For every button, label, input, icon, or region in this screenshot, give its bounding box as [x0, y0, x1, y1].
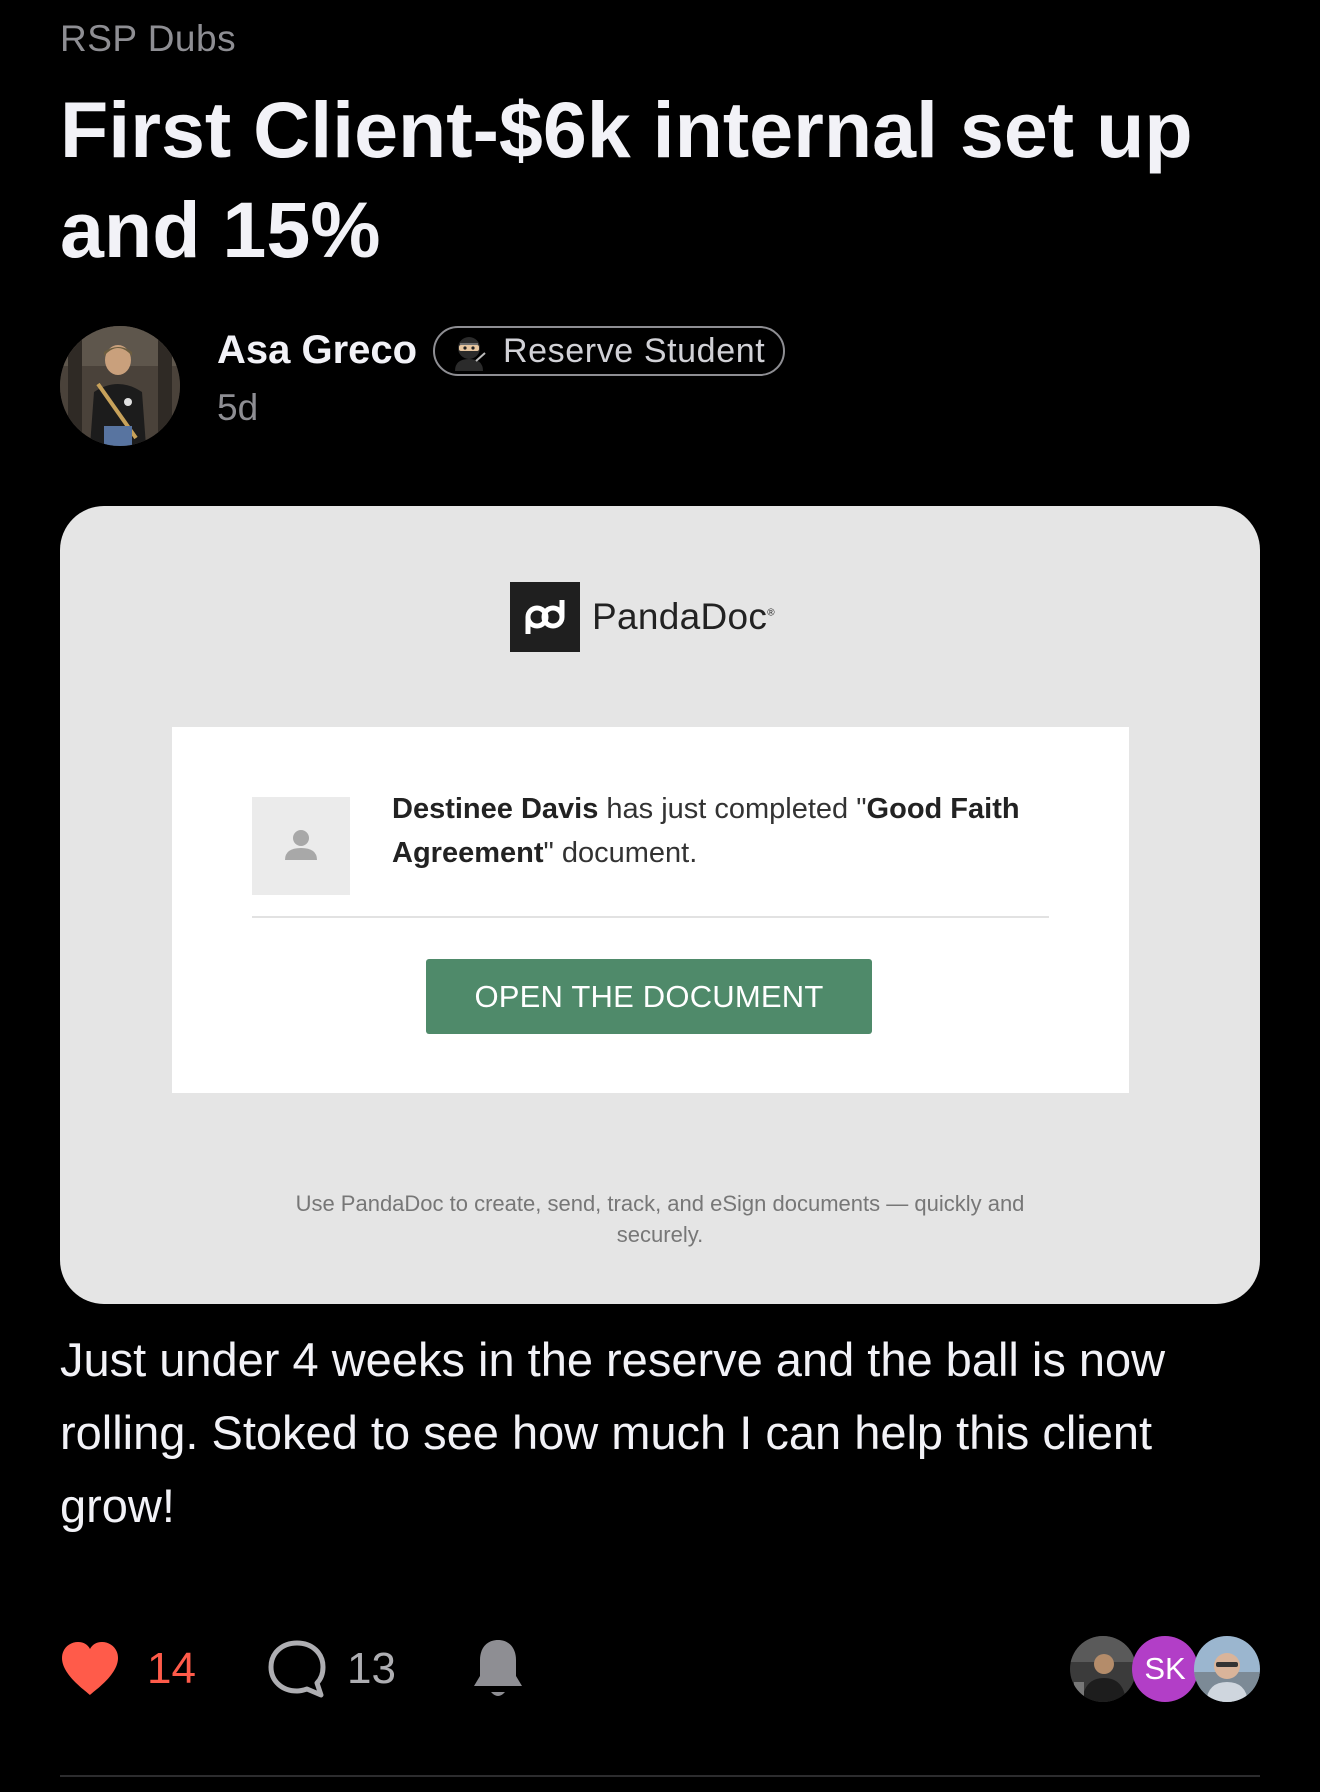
heart-icon[interactable]	[60, 1641, 120, 1697]
role-label: Reserve Student	[503, 331, 766, 370]
open-document-button[interactable]: OPEN THE DOCUMENT	[426, 959, 872, 1034]
pandadoc-logo-icon	[510, 582, 580, 652]
author-photo	[60, 326, 180, 446]
signer-avatar-placeholder	[252, 797, 350, 895]
pandadoc-brand: PandaDoc®	[510, 582, 775, 652]
participant-avatar	[1194, 1636, 1260, 1702]
role-badge: Reserve Student	[433, 326, 786, 376]
pandadoc-name: PandaDoc®	[592, 596, 775, 637]
signer-name: Destinee Davis	[392, 793, 599, 825]
participant-photo	[1194, 1636, 1260, 1702]
comment-icon[interactable]	[267, 1639, 327, 1699]
post-title: First Client-$6k internal set up and 15%	[60, 85, 1193, 274]
post-body: Just under 4 weeks in the reserve and th…	[60, 1333, 1166, 1532]
email-card: Destinee Davis has just completed "Good …	[172, 727, 1129, 1093]
participant-avatars[interactable]: SK	[1070, 1636, 1260, 1702]
participant-photo	[1070, 1636, 1136, 1702]
image-attachment[interactable]: PandaDoc® Destinee Davis has just comple…	[60, 506, 1260, 1304]
card-divider	[252, 916, 1049, 918]
like-count: 14	[147, 1644, 196, 1693]
comment-count: 13	[347, 1644, 396, 1693]
author-avatar[interactable]	[60, 326, 180, 446]
bell-icon[interactable]	[470, 1636, 526, 1702]
post-timestamp: 5d	[217, 387, 259, 428]
post-actions: 14 13	[60, 1636, 526, 1702]
participant-avatar	[1070, 1636, 1136, 1702]
participant-avatar-sk: SK	[1132, 1636, 1198, 1702]
pandadoc-footer: Use PandaDoc to create, send, track, and…	[295, 1191, 1025, 1247]
completion-notice: Destinee Davis has just completed "Good …	[392, 793, 1020, 869]
user-icon	[285, 830, 317, 860]
author-name[interactable]: Asa Greco	[217, 328, 417, 373]
community-name[interactable]: RSP Dubs	[60, 18, 236, 60]
ninja-icon	[455, 337, 486, 371]
bottom-divider	[60, 1775, 1260, 1777]
